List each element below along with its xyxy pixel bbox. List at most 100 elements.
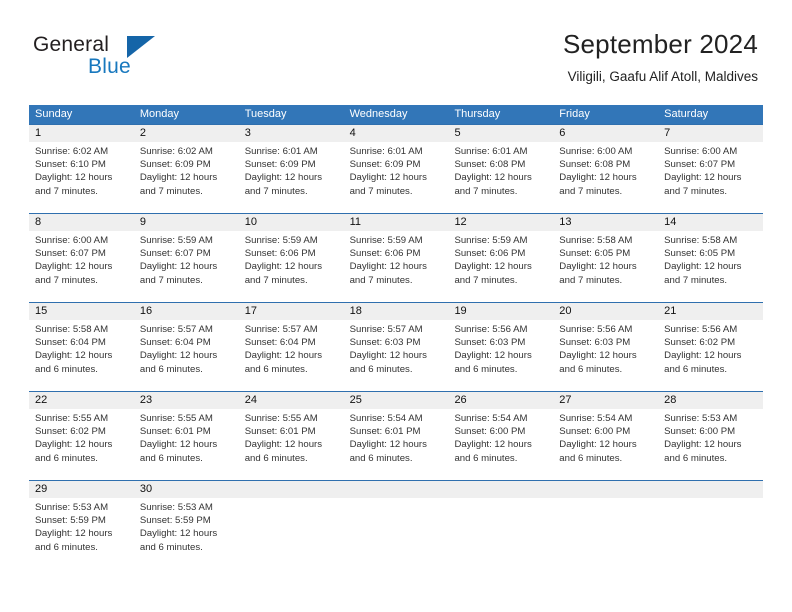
day-number	[448, 481, 554, 498]
day-cell[interactable]: 29 Sunrise: 5:53 AM Sunset: 5:59 PM Dayl…	[29, 481, 134, 569]
daylight-text-line2: and 6 minutes.	[244, 452, 308, 464]
day-cell[interactable]: 19 Sunrise: 5:56 AM Sunset: 6:03 PM Dayl…	[448, 303, 554, 391]
daylight-text-line1: Daylight: 12 hours	[244, 439, 323, 451]
weekday-header-thursday: Thursday	[454, 108, 501, 120]
day-number: 15	[29, 303, 134, 320]
daylight-text-line1: Daylight: 12 hours	[559, 261, 637, 273]
day-cell-empty	[238, 481, 344, 569]
sunrise-text: Sunrise: 5:56 AM	[559, 324, 633, 335]
day-cell[interactable]: 25 Sunrise: 5:54 AM Sunset: 6:01 PM Dayl…	[343, 392, 449, 480]
day-cell[interactable]: 4 Sunrise: 6:01 AM Sunset: 6:09 PM Dayli…	[343, 125, 449, 213]
day-cell[interactable]: 20 Sunrise: 5:56 AM Sunset: 6:03 PM Dayl…	[553, 303, 659, 391]
sunrise-text: Sunrise: 6:01 AM	[349, 146, 423, 157]
sunrise-text: Sunrise: 5:55 AM	[139, 413, 213, 424]
sunset-text: Sunset: 6:05 PM	[559, 248, 631, 260]
day-cell[interactable]: 30 Sunrise: 5:53 AM Sunset: 5:59 PM Dayl…	[133, 481, 239, 569]
day-number: 19	[448, 303, 554, 320]
sunrise-text: Sunrise: 5:59 AM	[139, 235, 213, 246]
title-block: September 2024 Viligili, Gaafu Alif Atol…	[563, 28, 758, 85]
weekday-header-wednesday: Wednesday	[349, 108, 408, 120]
sunrise-text: Sunrise: 5:59 AM	[349, 235, 423, 246]
daylight-text-line2: and 6 minutes.	[454, 452, 518, 464]
day-cell[interactable]: 1 Sunrise: 6:02 AM Sunset: 6:10 PM Dayli…	[29, 125, 134, 213]
day-cell[interactable]: 24 Sunrise: 5:55 AM Sunset: 6:01 PM Dayl…	[238, 392, 344, 480]
daylight-text-line1: Daylight: 12 hours	[559, 350, 637, 362]
day-details: Sunrise: 5:59 AM Sunset: 6:06 PM Dayligh…	[239, 231, 344, 287]
day-cell[interactable]: 7 Sunrise: 6:00 AM Sunset: 6:07 PM Dayli…	[658, 125, 764, 213]
day-cell[interactable]: 21 Sunrise: 5:56 AM Sunset: 6:02 PM Dayl…	[658, 303, 764, 391]
weekday-header-saturday: Saturday	[664, 108, 709, 120]
day-cell[interactable]: 28 Sunrise: 5:53 AM Sunset: 6:00 PM Dayl…	[658, 392, 764, 480]
day-cell[interactable]: 26 Sunrise: 5:54 AM Sunset: 6:00 PM Dayl…	[448, 392, 554, 480]
daylight-text-line2: and 6 minutes.	[139, 363, 203, 375]
day-number: 18	[343, 303, 449, 320]
sunrise-text: Sunrise: 5:58 AM	[559, 235, 633, 246]
day-cell[interactable]: 13 Sunrise: 5:58 AM Sunset: 6:05 PM Dayl…	[553, 214, 659, 302]
day-cell[interactable]: 12 Sunrise: 5:59 AM Sunset: 6:06 PM Dayl…	[448, 214, 554, 302]
day-number: 22	[29, 392, 134, 409]
sunset-text: Sunset: 5:59 PM	[139, 515, 211, 527]
sunrise-text: Sunrise: 6:01 AM	[244, 146, 318, 157]
day-number: 9	[133, 214, 239, 231]
sunrise-text: Sunrise: 5:56 AM	[664, 324, 738, 335]
daylight-text-line1: Daylight: 12 hours	[664, 350, 742, 362]
sunset-text: Sunset: 6:01 PM	[349, 426, 421, 438]
daylight-text-line2: and 7 minutes.	[244, 274, 308, 286]
day-number: 27	[553, 392, 659, 409]
sunset-text: Sunset: 6:07 PM	[139, 248, 211, 260]
sunrise-text: Sunrise: 5:53 AM	[664, 413, 738, 424]
day-number: 26	[448, 392, 554, 409]
day-number: 14	[658, 214, 764, 231]
week-row: 29 Sunrise: 5:53 AM Sunset: 5:59 PM Dayl…	[29, 480, 764, 569]
weekday-header-friday: Friday	[559, 108, 590, 120]
daylight-text-line1: Daylight: 12 hours	[349, 261, 427, 273]
day-details: Sunrise: 6:01 AM Sunset: 6:09 PM Dayligh…	[239, 142, 344, 198]
day-cell[interactable]: 15 Sunrise: 5:58 AM Sunset: 6:04 PM Dayl…	[29, 303, 134, 391]
day-cell[interactable]: 10 Sunrise: 5:59 AM Sunset: 6:06 PM Dayl…	[238, 214, 344, 302]
day-cell[interactable]: 6 Sunrise: 6:00 AM Sunset: 6:08 PM Dayli…	[553, 125, 659, 213]
sunset-text: Sunset: 6:01 PM	[139, 426, 211, 438]
day-number: 7	[658, 125, 764, 142]
daylight-text-line2: and 7 minutes.	[349, 185, 413, 197]
day-cell[interactable]: 18 Sunrise: 5:57 AM Sunset: 6:03 PM Dayl…	[343, 303, 449, 391]
sunset-text: Sunset: 6:06 PM	[454, 248, 526, 260]
daylight-text-line2: and 6 minutes.	[349, 363, 413, 375]
day-cell[interactable]: 11 Sunrise: 5:59 AM Sunset: 6:06 PM Dayl…	[343, 214, 449, 302]
weekday-header-sunday: Sunday	[35, 108, 73, 120]
day-number: 6	[553, 125, 659, 142]
daylight-text-line2: and 7 minutes.	[35, 185, 98, 197]
day-cell[interactable]: 8 Sunrise: 6:00 AM Sunset: 6:07 PM Dayli…	[29, 214, 134, 302]
daylight-text-line2: and 6 minutes.	[454, 363, 518, 375]
day-cell[interactable]: 17 Sunrise: 5:57 AM Sunset: 6:04 PM Dayl…	[238, 303, 344, 391]
day-cell[interactable]: 5 Sunrise: 6:01 AM Sunset: 6:08 PM Dayli…	[448, 125, 554, 213]
sunset-text: Sunset: 6:01 PM	[244, 426, 316, 438]
day-cell[interactable]: 2 Sunrise: 6:02 AM Sunset: 6:09 PM Dayli…	[133, 125, 239, 213]
day-number	[658, 481, 764, 498]
day-cell[interactable]: 27 Sunrise: 5:54 AM Sunset: 6:00 PM Dayl…	[553, 392, 659, 480]
day-cell[interactable]: 14 Sunrise: 5:58 AM Sunset: 6:05 PM Dayl…	[658, 214, 764, 302]
sunrise-text: Sunrise: 5:54 AM	[454, 413, 528, 424]
sunset-text: Sunset: 6:02 PM	[35, 426, 106, 438]
day-details: Sunrise: 5:54 AM Sunset: 6:00 PM Dayligh…	[448, 409, 553, 465]
day-number: 10	[238, 214, 344, 231]
daylight-text-line2: and 7 minutes.	[139, 185, 203, 197]
day-cell[interactable]: 9 Sunrise: 5:59 AM Sunset: 6:07 PM Dayli…	[133, 214, 239, 302]
day-cell[interactable]: 23 Sunrise: 5:55 AM Sunset: 6:01 PM Dayl…	[133, 392, 239, 480]
sunset-text: Sunset: 6:09 PM	[244, 159, 316, 171]
day-details: Sunrise: 5:54 AM Sunset: 6:00 PM Dayligh…	[553, 409, 658, 465]
week-row: 15 Sunrise: 5:58 AM Sunset: 6:04 PM Dayl…	[29, 302, 764, 391]
daylight-text-line2: and 6 minutes.	[35, 541, 98, 553]
sunrise-text: Sunrise: 5:55 AM	[35, 413, 109, 424]
day-cell[interactable]: 22 Sunrise: 5:55 AM Sunset: 6:02 PM Dayl…	[29, 392, 134, 480]
sunset-text: Sunset: 6:10 PM	[35, 159, 106, 171]
day-details: Sunrise: 5:56 AM Sunset: 6:02 PM Dayligh…	[658, 320, 763, 376]
sunset-text: Sunset: 6:08 PM	[454, 159, 526, 171]
general-blue-logo[interactable]: General Blue	[33, 33, 155, 81]
sunset-text: Sunset: 6:02 PM	[664, 337, 736, 349]
sunrise-text: Sunrise: 5:55 AM	[244, 413, 318, 424]
day-cell[interactable]: 3 Sunrise: 6:01 AM Sunset: 6:09 PM Dayli…	[238, 125, 344, 213]
day-cell[interactable]: 16 Sunrise: 5:57 AM Sunset: 6:04 PM Dayl…	[133, 303, 239, 391]
day-number: 11	[343, 214, 449, 231]
calendar-page: General Blue September 2024 Viligili, Ga…	[0, 0, 792, 612]
day-number: 12	[448, 214, 554, 231]
